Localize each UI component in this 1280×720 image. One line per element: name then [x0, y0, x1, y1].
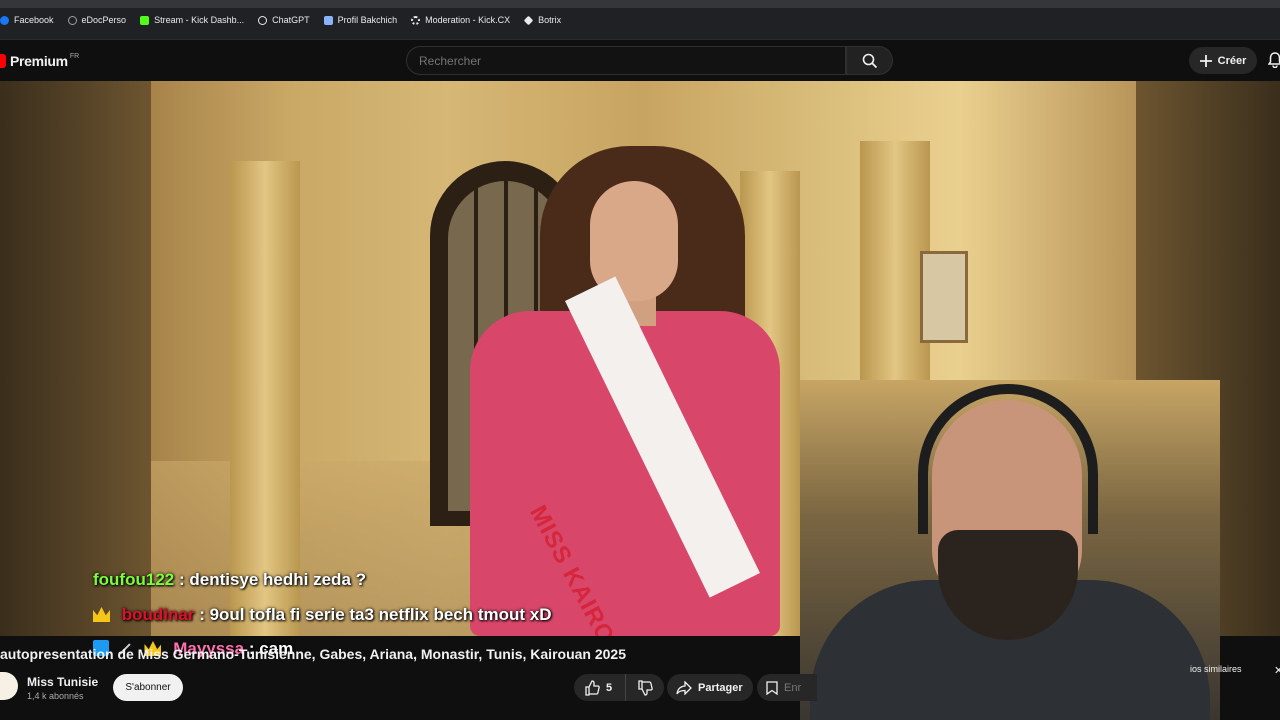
plus-icon: [1199, 54, 1212, 67]
bookmark-icon: [323, 15, 333, 25]
bookmark-edocperso[interactable]: eDocPerso: [67, 15, 126, 25]
notifications-bell-icon[interactable]: [1268, 52, 1280, 68]
share-icon: [676, 680, 692, 695]
bookmark-botrix[interactable]: Botrix: [523, 15, 561, 25]
chat-message: boudinar : 9oul tofla fi serie ta3 netfl…: [93, 605, 552, 625]
related-videos-label[interactable]: ios similaires: [1190, 664, 1242, 674]
bookmark-profil-bakchich[interactable]: Profil Bakchich: [323, 15, 397, 25]
search-icon: [862, 53, 877, 68]
channel-avatar[interactable]: [0, 672, 18, 700]
chat-username: boudinar: [121, 605, 195, 624]
subscriber-count: 1,4 k abonnés: [27, 691, 84, 701]
like-dislike-group: 5: [574, 674, 664, 701]
subscribe-button[interactable]: S'abonner: [113, 674, 183, 701]
diamond-icon: [523, 15, 534, 25]
youtube-logo-icon: [0, 54, 6, 68]
create-button[interactable]: Créer: [1189, 47, 1257, 74]
video-wall-painting: [920, 251, 968, 343]
search-input[interactable]: [407, 47, 807, 74]
chatgpt-icon: [258, 15, 268, 25]
streamer-webcam: [800, 380, 1220, 720]
search-button[interactable]: [846, 46, 893, 75]
chat-message: foufou122 : dentisye hedhi zeda ?: [93, 570, 366, 590]
like-button[interactable]: 5: [574, 674, 626, 701]
bookmark-chatgpt[interactable]: ChatGPT: [258, 15, 310, 25]
dislike-button[interactable]: [626, 674, 664, 701]
kick-icon: [140, 15, 150, 25]
share-button[interactable]: Partager: [667, 674, 753, 701]
browser-address-strip: [0, 0, 1280, 8]
bookmark-save-icon: [766, 680, 778, 695]
thumbs-down-icon: [638, 679, 653, 696]
video-title: autopresentation de Miss Germano-Tunisie…: [0, 646, 626, 662]
bookmarks-list: Facebook eDocPerso Stream - Kick Dashb..…: [0, 15, 561, 25]
chat-text: : dentisye hedhi zeda ?: [178, 570, 367, 589]
bookmark-facebook[interactable]: Facebook: [0, 15, 54, 25]
chat-username: foufou122: [93, 570, 175, 589]
search-box: [406, 46, 846, 75]
facebook-icon: [0, 15, 9, 25]
video-pillar: [230, 161, 300, 636]
youtube-premium-logo[interactable]: Premium FR: [0, 53, 79, 69]
chat-text: : 9oul tofla fi serie ta3 netflix bech t…: [199, 605, 552, 624]
channel-name[interactable]: Miss Tunisie: [27, 675, 98, 689]
close-icon[interactable]: ✕: [1274, 664, 1280, 677]
save-button[interactable]: Enr: [757, 674, 817, 701]
like-count: 5: [606, 681, 613, 694]
crown-icon: [93, 607, 110, 622]
bookmark-moderation-kick[interactable]: Moderation - Kick.CX: [411, 15, 510, 25]
bookmark-kick-dashboard[interactable]: Stream - Kick Dashb...: [140, 15, 244, 25]
thumbs-up-icon: [585, 679, 600, 696]
player-blur-left: [0, 81, 151, 636]
globe-icon: [67, 15, 77, 25]
gear-icon: [411, 15, 421, 25]
